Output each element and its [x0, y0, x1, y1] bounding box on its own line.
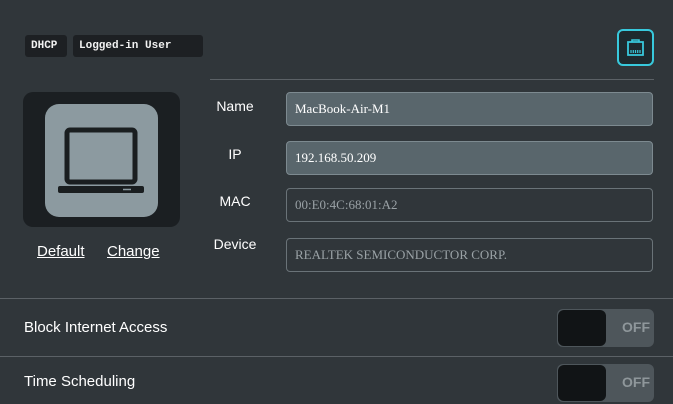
time-scheduling-label: Time Scheduling [24, 373, 136, 390]
change-icon-link[interactable]: Change [107, 243, 160, 260]
block-internet-label: Block Internet Access [24, 319, 168, 336]
toggle-state: OFF [622, 374, 650, 390]
logged-in-user-badge: Logged-in User [73, 35, 203, 57]
header-divider [210, 79, 654, 80]
section-divider [0, 298, 673, 299]
device-header: DHCP Logged-in User [0, 0, 673, 80]
laptop-icon [58, 127, 144, 193]
ethernet-connection-button[interactable] [617, 29, 654, 66]
default-icon-link[interactable]: Default [37, 243, 85, 260]
name-input[interactable] [286, 92, 653, 126]
device-vendor-field [286, 238, 653, 272]
time-scheduling-toggle[interactable]: OFF [557, 364, 654, 402]
ip-input[interactable] [286, 141, 653, 175]
mac-field [286, 188, 653, 222]
dhcp-badge: DHCP [25, 35, 67, 57]
toggle-knob [558, 365, 606, 401]
name-label: Name [216, 98, 254, 114]
row-divider [0, 356, 673, 357]
mac-label: MAC [219, 193, 251, 209]
block-internet-toggle[interactable]: OFF [557, 309, 654, 347]
device-icon-tile [45, 104, 158, 217]
device-icon-frame [23, 92, 180, 227]
device-label: Device [213, 236, 257, 252]
toggle-knob [558, 310, 606, 346]
toggle-state: OFF [622, 319, 650, 335]
ip-label: IP [228, 146, 242, 162]
ethernet-port-icon [627, 39, 644, 56]
